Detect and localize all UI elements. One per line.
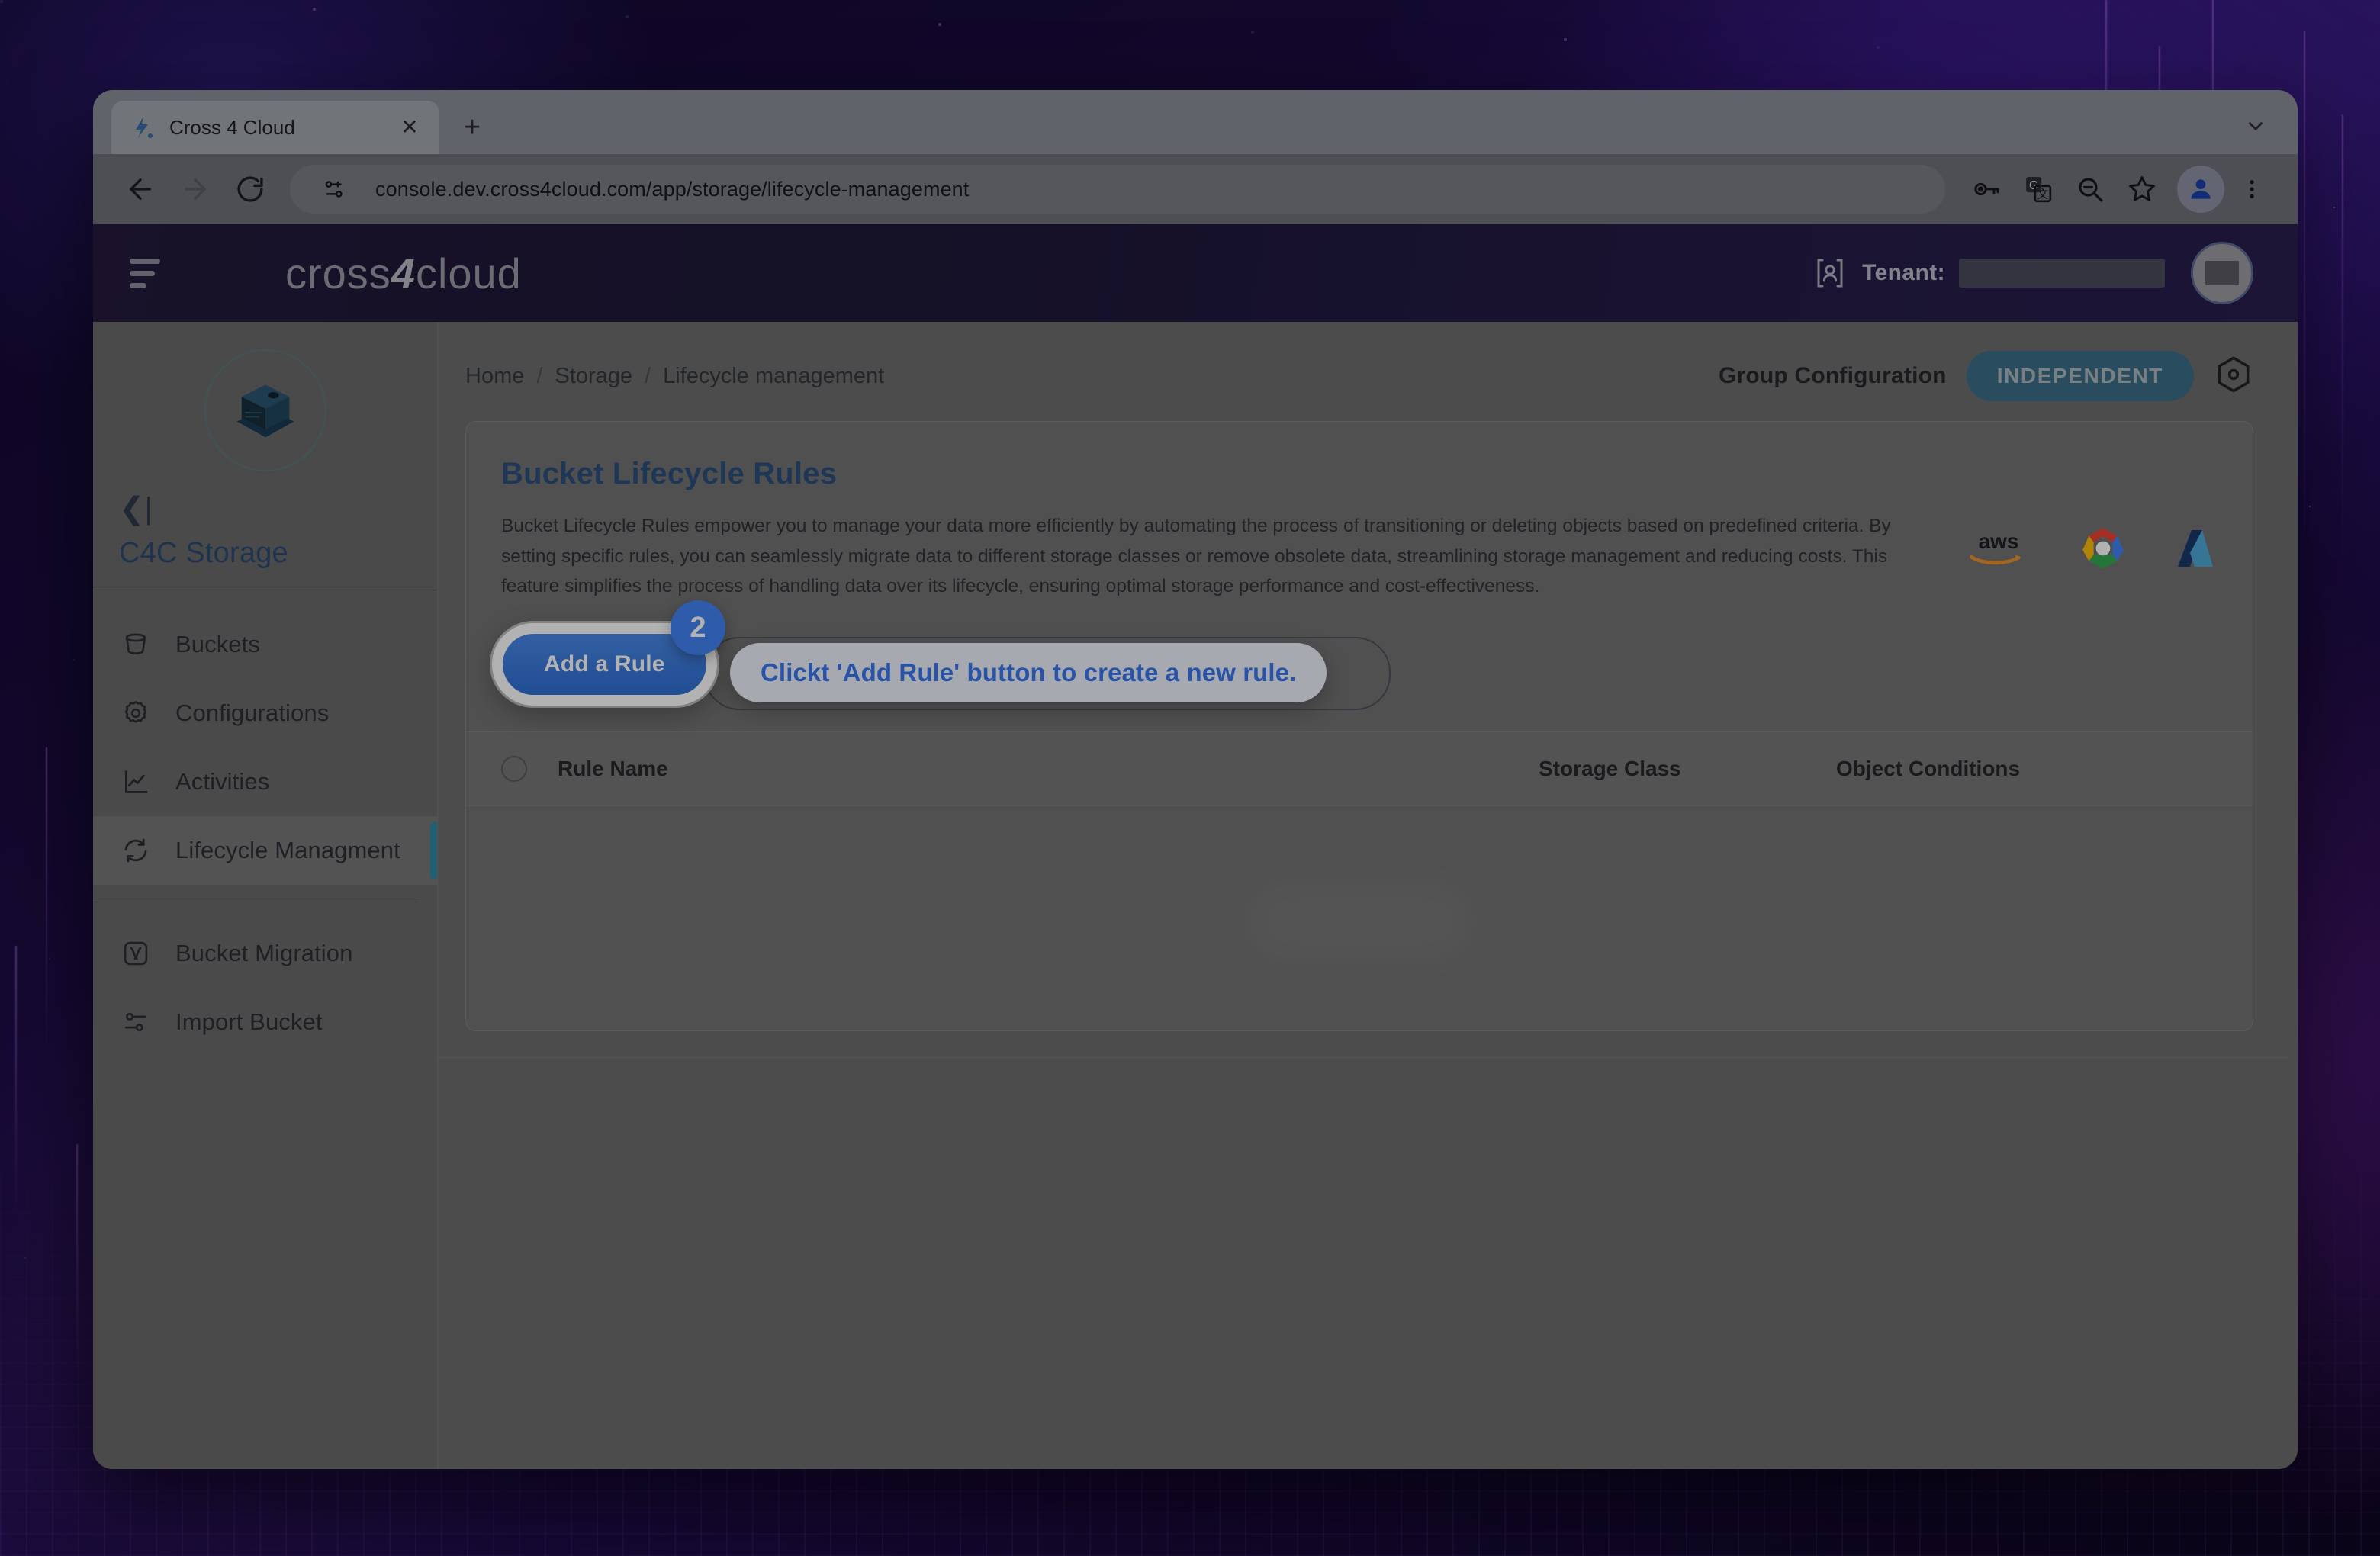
- brand-part-4: 4: [391, 249, 416, 297]
- browser-tab-strip: Cross 4 Cloud ✕ +: [93, 90, 2298, 154]
- table-header-row: Rule Name Storage Class Object Condition…: [466, 732, 2253, 805]
- browser-window: Cross 4 Cloud ✕ + console.dev.cross4clou…: [93, 90, 2298, 1469]
- sidebar-item-label: Activities: [175, 768, 270, 795]
- app-logo: cross 4 cloud: [285, 249, 522, 298]
- lifecycle-rules-card: Bucket Lifecycle Rules Bucket Lifecycle …: [438, 421, 2288, 1059]
- breadcrumb-item-home[interactable]: Home: [465, 364, 524, 389]
- bookmark-star-icon[interactable]: [2118, 165, 2166, 214]
- forward-arrow-icon[interactable]: [169, 163, 221, 215]
- browser-tab-title: Cross 4 Cloud: [169, 115, 295, 139]
- card-description: Bucket Lifecycle Rules empower you to ma…: [501, 516, 1891, 597]
- hexagon-settings-icon[interactable]: [2214, 355, 2253, 397]
- site-settings-icon[interactable]: [310, 165, 359, 214]
- column-header-object-conditions[interactable]: Object Conditions: [1836, 757, 2218, 781]
- gear-icon: [119, 696, 153, 730]
- avatar-redacted: [2205, 261, 2239, 285]
- refresh-cycle-icon: [119, 834, 153, 867]
- sidebar: ❮| C4C Storage Buckets Configurations Ac…: [93, 322, 438, 1469]
- sidebar-title: C4C Storage: [119, 537, 288, 569]
- breadcrumb: Home / Storage / Lifecycle management: [465, 364, 884, 389]
- sidebar-item-buckets[interactable]: Buckets: [93, 610, 437, 679]
- tenant-selector[interactable]: Tenant:: [1812, 255, 2165, 291]
- coachmark-step-badge: 2: [671, 600, 725, 656]
- breadcrumb-separator: /: [536, 363, 543, 388]
- group-configuration-label: Group Configuration: [1718, 363, 1947, 388]
- empty-state-graphic: [1245, 879, 1474, 964]
- google-cloud-logo: [2077, 525, 2129, 572]
- sidebar-item-lifecycle-managment[interactable]: Lifecycle Managment: [93, 816, 437, 885]
- browser-tab[interactable]: Cross 4 Cloud ✕: [111, 101, 439, 154]
- zoom-out-icon[interactable]: [2066, 165, 2115, 214]
- svg-text:aws: aws: [1979, 529, 2019, 553]
- sidebar-item-label: Bucket Migration: [175, 940, 353, 966]
- breadcrumb-item-lifecycle-management[interactable]: Lifecycle management: [663, 364, 884, 389]
- cross4cloud-favicon: [136, 117, 153, 138]
- plus-icon[interactable]: +: [450, 105, 494, 149]
- status-badge[interactable]: INDEPENDENT: [1966, 351, 2194, 401]
- bucket-icon: [119, 628, 153, 661]
- translate-icon[interactable]: G 文: [2014, 165, 2063, 214]
- storage-cube-icon: [204, 349, 326, 471]
- sidebar-item-label: Configurations: [175, 699, 330, 726]
- brand-part-3: cloud: [415, 249, 522, 297]
- tenant-value-redacted: [1959, 259, 2165, 288]
- coachmark-text: Clickt 'Add Rule' button to create a new…: [761, 658, 1297, 687]
- activity-chart-icon: [119, 765, 153, 799]
- column-header-storage-class[interactable]: Storage Class: [1539, 757, 1836, 781]
- reload-icon[interactable]: [224, 163, 276, 215]
- import-sliders-icon: [119, 1005, 153, 1039]
- password-key-icon[interactable]: [1962, 165, 2011, 214]
- azure-logo: [2172, 525, 2218, 572]
- main-content: Home / Storage / Lifecycle management Gr…: [438, 322, 2298, 1469]
- brand-part-1: cross: [285, 249, 391, 297]
- back-arrow-icon[interactable]: [114, 163, 166, 215]
- browser-toolbar: console.dev.cross4cloud.com/app/storage/…: [93, 154, 2298, 224]
- migration-icon: [119, 937, 153, 970]
- page-title: Bucket Lifecycle Rules: [501, 457, 838, 490]
- sidebar-item-label: Lifecycle Managment: [175, 837, 400, 863]
- desktop-wallpaper: Cross 4 Cloud ✕ + console.dev.cross4clou…: [0, 0, 2380, 1556]
- address-bar[interactable]: console.dev.cross4cloud.com/app/storage/…: [290, 165, 1945, 214]
- collapse-left-icon[interactable]: ❮|: [119, 491, 160, 526]
- sidebar-item-activities[interactable]: Activities: [93, 747, 437, 816]
- app-viewport: cross 4 cloud Tenant: ❮| C4C Storage Buc…: [93, 224, 2298, 1469]
- avatar[interactable]: [2191, 242, 2253, 304]
- sidebar-item-label: Import Bucket: [175, 1008, 323, 1035]
- tenant-user-icon: [1817, 259, 1843, 288]
- column-header-rule-name[interactable]: Rule Name: [558, 757, 1539, 781]
- table-empty-state: [466, 805, 2253, 1057]
- aws-logo: aws: [1963, 527, 2034, 570]
- close-icon[interactable]: ✕: [397, 114, 423, 140]
- sidebar-nav: Buckets Configurations Activities Lifecy…: [93, 590, 437, 1056]
- checkbox-circle-icon[interactable]: [501, 756, 558, 783]
- coachmark-tooltip[interactable]: Clickt 'Add Rule' button to create a new…: [730, 643, 1327, 703]
- chevron-down-icon[interactable]: [2237, 107, 2275, 145]
- table-footer-divider: [438, 1057, 2288, 1059]
- breadcrumb-separator: /: [645, 363, 651, 388]
- hamburger-menu-icon[interactable]: [127, 252, 169, 294]
- sidebar-item-import-bucket[interactable]: Import Bucket: [93, 988, 437, 1056]
- rules-table: Rule Name Storage Class Object Condition…: [438, 731, 2288, 1059]
- cloud-provider-logos: aws: [1963, 511, 2218, 572]
- svg-text:文: 文: [2037, 188, 2048, 201]
- card-actions: Add a Rule 2 Clickt 'Add Rule' button to…: [492, 600, 2218, 712]
- sidebar-item-bucket-migration[interactable]: Bucket Migration: [93, 919, 437, 988]
- sidebar-item-configurations[interactable]: Configurations: [93, 679, 437, 747]
- app-header: cross 4 cloud Tenant:: [93, 224, 2298, 322]
- tenant-label: Tenant:: [1862, 260, 1945, 285]
- three-dot-menu-icon[interactable]: [2227, 165, 2276, 214]
- sidebar-item-label: Buckets: [175, 631, 260, 657]
- profile-avatar-icon[interactable]: [2177, 166, 2224, 213]
- url-text: console.dev.cross4cloud.com/app/storage/…: [375, 177, 970, 201]
- breadcrumb-item-storage[interactable]: Storage: [555, 364, 632, 389]
